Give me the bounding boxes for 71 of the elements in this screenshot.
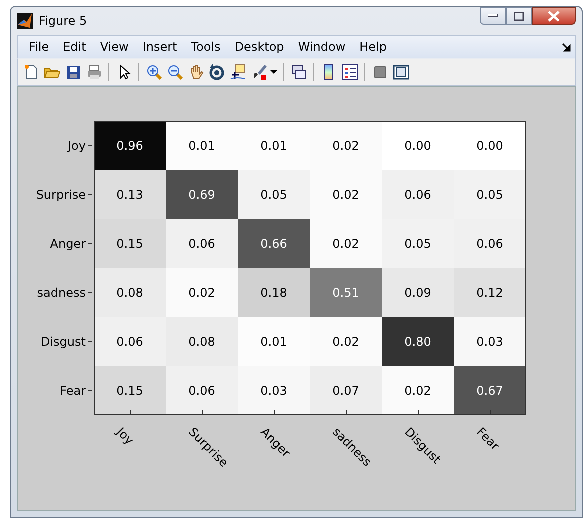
matrix-cell: 0.96 — [94, 121, 166, 170]
axis-label: sadness — [37, 286, 86, 300]
matrix-cell: 0.05 — [454, 170, 526, 219]
matrix-cell: 0.05 — [382, 219, 454, 268]
save-icon[interactable] — [64, 64, 80, 80]
matrix-cell: 0.06 — [166, 366, 238, 415]
axis-label: Disgust — [40, 334, 86, 348]
close-button[interactable] — [532, 7, 576, 25]
menu-item[interactable]: Insert — [136, 38, 184, 56]
axis-label: Joy — [114, 425, 137, 448]
matrix-cell: 0.69 — [166, 170, 238, 219]
matrix-cell: 0.15 — [94, 366, 166, 415]
menu-item[interactable]: File — [22, 38, 56, 56]
matrix-cell: 0.00 — [382, 121, 454, 170]
matrix-cell: 0.01 — [238, 121, 310, 170]
matrix-cell: 0.02 — [166, 268, 238, 317]
matrix-cell: 0.51 — [310, 268, 382, 317]
matrix-cell: 0.15 — [94, 219, 166, 268]
rotate-icon[interactable] — [208, 64, 224, 80]
legend-icon[interactable] — [342, 64, 358, 80]
minimize-icon — [488, 14, 498, 18]
zoom-out-icon[interactable] — [166, 64, 182, 80]
matrix-cell: 0.02 — [310, 121, 382, 170]
maximize-icon — [514, 12, 524, 20]
dock-arrow-icon[interactable] — [562, 42, 571, 52]
axis-label: Anger — [50, 236, 86, 250]
matrix-cell: 0.03 — [238, 366, 310, 415]
matrix-cell: 0.13 — [94, 170, 166, 219]
matrix-cell: 0.08 — [94, 268, 166, 317]
matrix-cell: 0.18 — [238, 268, 310, 317]
matrix-cell: 0.00 — [454, 121, 526, 170]
matrix-cell: 0.12 — [454, 268, 526, 317]
matrix-cell: 0.06 — [454, 219, 526, 268]
link-icon[interactable] — [290, 64, 306, 80]
window-title: Figure 5 — [39, 14, 88, 28]
menu-item[interactable]: Tools — [184, 38, 228, 56]
matrix-cell: 0.05 — [238, 170, 310, 219]
matrix-cell: 0.67 — [454, 366, 526, 415]
menu-item[interactable]: View — [93, 38, 136, 56]
axis-label: Joy — [68, 138, 86, 152]
matrix-cell: 0.09 — [382, 268, 454, 317]
matrix-cell: 0.06 — [382, 170, 454, 219]
matrix-cell: 0.01 — [166, 121, 238, 170]
matrix-cell: 0.02 — [310, 219, 382, 268]
menu-item[interactable]: Window — [291, 38, 353, 56]
window-panel-icon[interactable] — [392, 64, 408, 80]
square-icon[interactable] — [372, 64, 388, 80]
matrix-cell: 0.08 — [166, 317, 238, 366]
matrix-cell: 0.06 — [94, 317, 166, 366]
matrix-cell: 0.03 — [454, 317, 526, 366]
matrix-cell: 0.01 — [238, 317, 310, 366]
matrix-cell: 0.02 — [310, 170, 382, 219]
menu-item[interactable]: Edit — [56, 38, 94, 56]
matrix-cell: 0.66 — [238, 219, 310, 268]
print-icon[interactable] — [86, 64, 102, 80]
axis-label: Surprise — [36, 188, 86, 202]
menu-item[interactable]: Help — [352, 38, 394, 56]
matrix-cell: 0.07 — [310, 366, 382, 415]
minimize-button[interactable] — [480, 7, 506, 25]
zoom-in-icon[interactable] — [146, 64, 162, 80]
matrix-cell: 0.02 — [310, 317, 382, 366]
maximize-button[interactable] — [506, 7, 532, 25]
axis-label: Fear — [60, 384, 86, 398]
matrix-cell: 0.80 — [382, 317, 454, 366]
new-file-icon[interactable] — [22, 64, 38, 80]
data-cursor-icon[interactable] — [230, 64, 246, 80]
matrix-cell: 0.06 — [166, 219, 238, 268]
app-logo-icon — [17, 13, 33, 29]
menu-item[interactable]: Desktop — [228, 38, 292, 56]
matrix-cell: 0.02 — [382, 366, 454, 415]
close-icon — [548, 10, 560, 22]
